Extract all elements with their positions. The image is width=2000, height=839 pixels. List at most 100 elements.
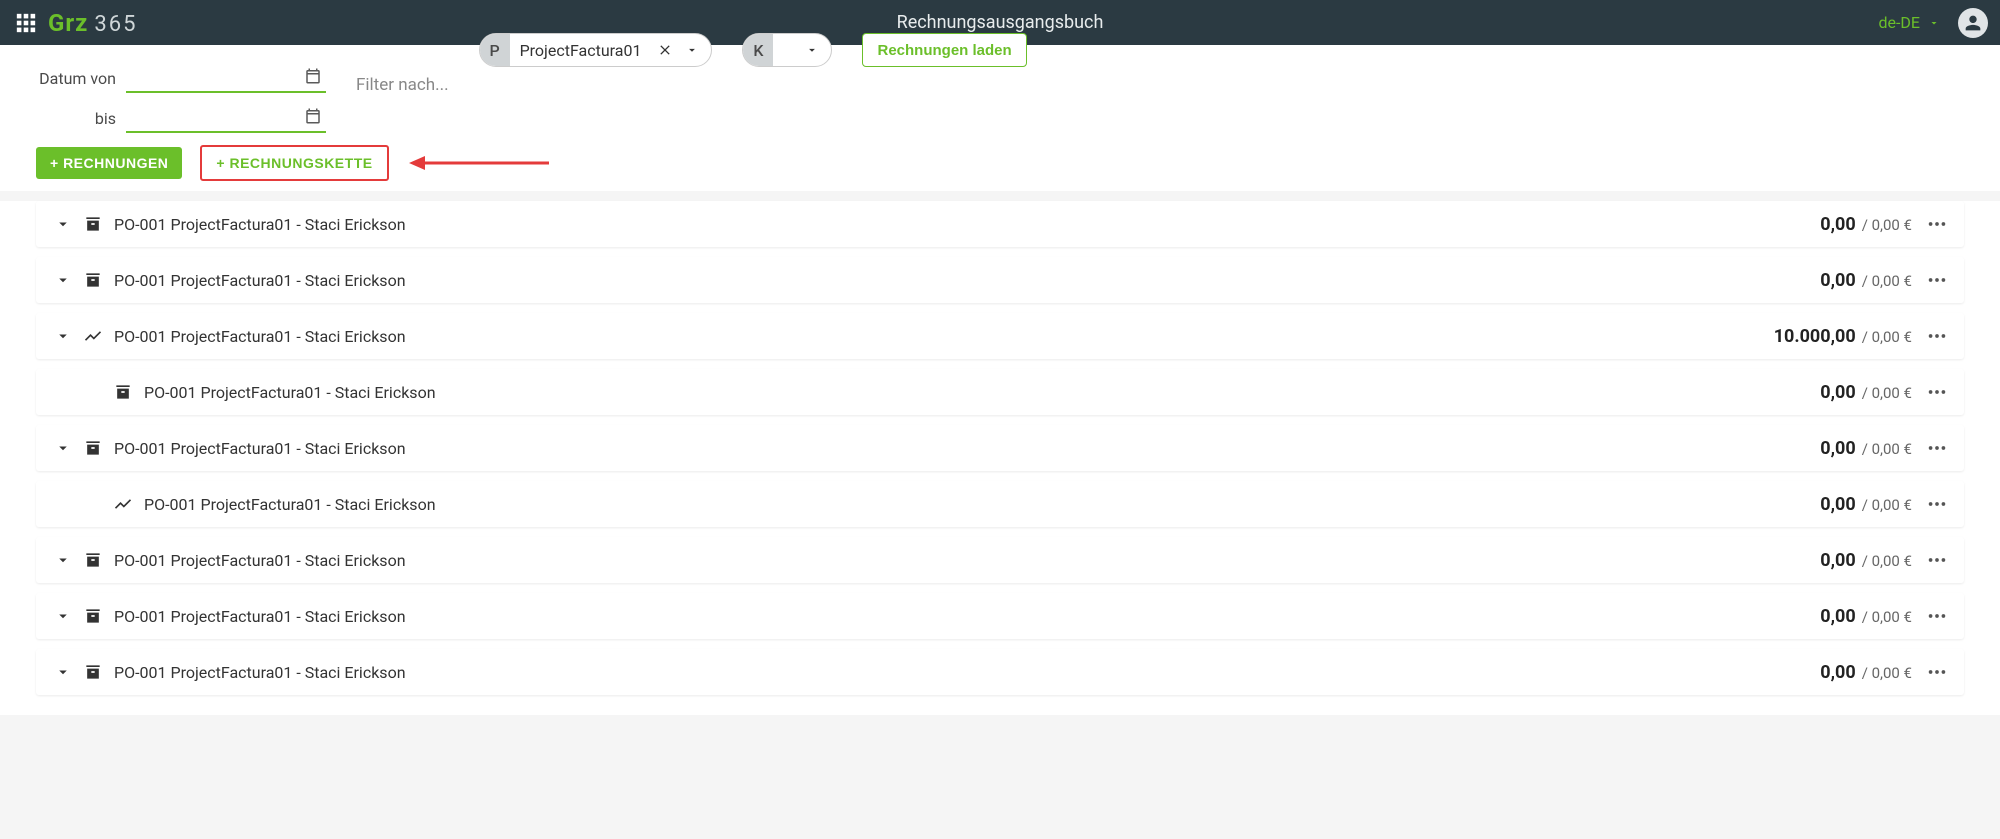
project-chip-value: ProjectFactura01 [510, 41, 652, 60]
apps-grid-icon[interactable] [12, 9, 40, 37]
archive-icon [80, 606, 106, 626]
invoice-label: PO-001 ProjectFactura01 - Staci Erickson [114, 439, 406, 458]
date-from-input[interactable] [126, 63, 326, 93]
invoice-row[interactable]: PO-001 ProjectFactura01 - Staci Erickson… [36, 201, 1964, 247]
amount-sub: / 0,00 € [1862, 328, 1912, 346]
invoice-row[interactable]: PO-001 ProjectFactura01 - Staci Erickson… [36, 313, 1964, 359]
amount-sub: / 0,00 € [1862, 552, 1912, 570]
invoice-amounts: 0,00 / 0,00 € [1820, 550, 1912, 571]
calendar-icon [304, 67, 322, 85]
invoice-label: PO-001 ProjectFactura01 - Staci Erickson [114, 215, 406, 234]
expand-toggle[interactable] [52, 271, 74, 289]
more-menu-icon[interactable] [1926, 269, 1948, 291]
archive-icon [110, 382, 136, 402]
invoice-amounts: 0,00 / 0,00 € [1820, 382, 1912, 403]
add-invoice-chain-button[interactable]: + RECHNUNGSKETTE [200, 145, 388, 181]
add-invoices-button[interactable]: + RECHNUNGEN [36, 147, 182, 179]
amount-sub: / 0,00 € [1862, 608, 1912, 626]
invoice-label: PO-001 ProjectFactura01 - Staci Erickson [114, 271, 406, 290]
amount-main: 0,00 [1820, 214, 1855, 235]
chevron-down-icon[interactable] [679, 43, 711, 57]
invoice-row[interactable]: PO-001 ProjectFactura01 - Staci Erickson… [36, 593, 1964, 639]
amount-sub: / 0,00 € [1862, 664, 1912, 682]
load-invoices-button[interactable]: Rechnungen laden [862, 33, 1026, 67]
invoice-row[interactable]: PO-001 ProjectFactura01 - Staci Erickson… [36, 481, 1964, 527]
expand-toggle[interactable] [52, 327, 74, 345]
invoice-list: PO-001 ProjectFactura01 - Staci Erickson… [0, 201, 2000, 715]
avatar[interactable] [1958, 8, 1988, 38]
amount-main: 0,00 [1820, 662, 1855, 683]
amount-sub: / 0,00 € [1862, 440, 1912, 458]
date-filter-group: Datum von bis [36, 63, 326, 133]
invoice-amounts: 0,00 / 0,00 € [1820, 438, 1912, 459]
invoice-row[interactable]: PO-001 ProjectFactura01 - Staci Erickson… [36, 369, 1964, 415]
calendar-icon [304, 107, 322, 125]
more-menu-icon[interactable] [1926, 493, 1948, 515]
locale-label: de-DE [1878, 13, 1920, 32]
amount-main: 10.000,00 [1774, 326, 1856, 347]
invoice-label: PO-001 ProjectFactura01 - Staci Erickson [144, 495, 436, 514]
invoice-amounts: 0,00 / 0,00 € [1820, 494, 1912, 515]
archive-icon [80, 214, 106, 234]
more-menu-icon[interactable] [1926, 549, 1948, 571]
date-to-label: bis [36, 109, 116, 128]
amount-main: 0,00 [1820, 494, 1855, 515]
invoice-amounts: 0,00 / 0,00 € [1820, 214, 1912, 235]
page-title: Rechnungsausgangsbuch [897, 12, 1104, 33]
expand-toggle[interactable] [52, 607, 74, 625]
amount-main: 0,00 [1820, 382, 1855, 403]
more-menu-icon[interactable] [1926, 605, 1948, 627]
invoice-label: PO-001 ProjectFactura01 - Staci Erickson [114, 607, 406, 626]
trend-icon [110, 494, 136, 514]
expand-toggle[interactable] [52, 215, 74, 233]
invoice-amounts: 0,00 / 0,00 € [1820, 662, 1912, 683]
amount-sub: / 0,00 € [1862, 272, 1912, 290]
amount-main: 0,00 [1820, 550, 1855, 571]
invoice-amounts: 10.000,00 / 0,00 € [1774, 326, 1912, 347]
more-menu-icon[interactable] [1926, 325, 1948, 347]
project-filter-chip[interactable]: P ProjectFactura01 [479, 33, 713, 67]
amount-main: 0,00 [1820, 438, 1855, 459]
invoice-row[interactable]: PO-001 ProjectFactura01 - Staci Erickson… [36, 425, 1964, 471]
amount-sub: / 0,00 € [1862, 216, 1912, 234]
brand-logo: Grz 365 [48, 9, 137, 37]
amount-sub: / 0,00 € [1862, 496, 1912, 514]
invoice-amounts: 0,00 / 0,00 € [1820, 606, 1912, 627]
expand-toggle[interactable] [52, 439, 74, 457]
cost-chip-tag: K [743, 34, 773, 66]
amount-main: 0,00 [1820, 270, 1855, 291]
date-from-label: Datum von [36, 69, 116, 88]
invoice-label: PO-001 ProjectFactura01 - Staci Erickson [114, 551, 406, 570]
expand-toggle[interactable] [52, 663, 74, 681]
brand-suffix: 365 [94, 12, 137, 37]
archive-icon [80, 662, 106, 682]
more-menu-icon[interactable] [1926, 437, 1948, 459]
archive-icon [80, 270, 106, 290]
archive-icon [80, 550, 106, 570]
more-menu-icon[interactable] [1926, 213, 1948, 235]
clear-icon[interactable] [651, 42, 679, 58]
locale-selector[interactable]: de-DE [1878, 13, 1940, 32]
invoice-row[interactable]: PO-001 ProjectFactura01 - Staci Erickson… [36, 537, 1964, 583]
invoice-label: PO-001 ProjectFactura01 - Staci Erickson [114, 663, 406, 682]
chevron-down-icon[interactable] [799, 43, 831, 57]
invoice-amounts: 0,00 / 0,00 € [1820, 270, 1912, 291]
filter-by-label: Filter nach... [356, 75, 449, 95]
cost-filter-chip[interactable]: K [742, 33, 832, 67]
annotation-arrow-icon [409, 151, 549, 175]
date-to-input[interactable] [126, 103, 326, 133]
invoice-label: PO-001 ProjectFactura01 - Staci Erickson [114, 327, 406, 346]
amount-sub: / 0,00 € [1862, 384, 1912, 402]
more-menu-icon[interactable] [1926, 381, 1948, 403]
trend-icon [80, 326, 106, 346]
chevron-down-icon [1928, 17, 1940, 29]
expand-toggle[interactable] [52, 551, 74, 569]
more-menu-icon[interactable] [1926, 661, 1948, 683]
invoice-label: PO-001 ProjectFactura01 - Staci Erickson [144, 383, 436, 402]
archive-icon [80, 438, 106, 458]
invoice-row[interactable]: PO-001 ProjectFactura01 - Staci Erickson… [36, 257, 1964, 303]
project-chip-tag: P [480, 34, 510, 66]
amount-main: 0,00 [1820, 606, 1855, 627]
filter-toolbar: Datum von bis Filter nach... P ProjectFa… [0, 45, 2000, 139]
invoice-row[interactable]: PO-001 ProjectFactura01 - Staci Erickson… [36, 649, 1964, 695]
